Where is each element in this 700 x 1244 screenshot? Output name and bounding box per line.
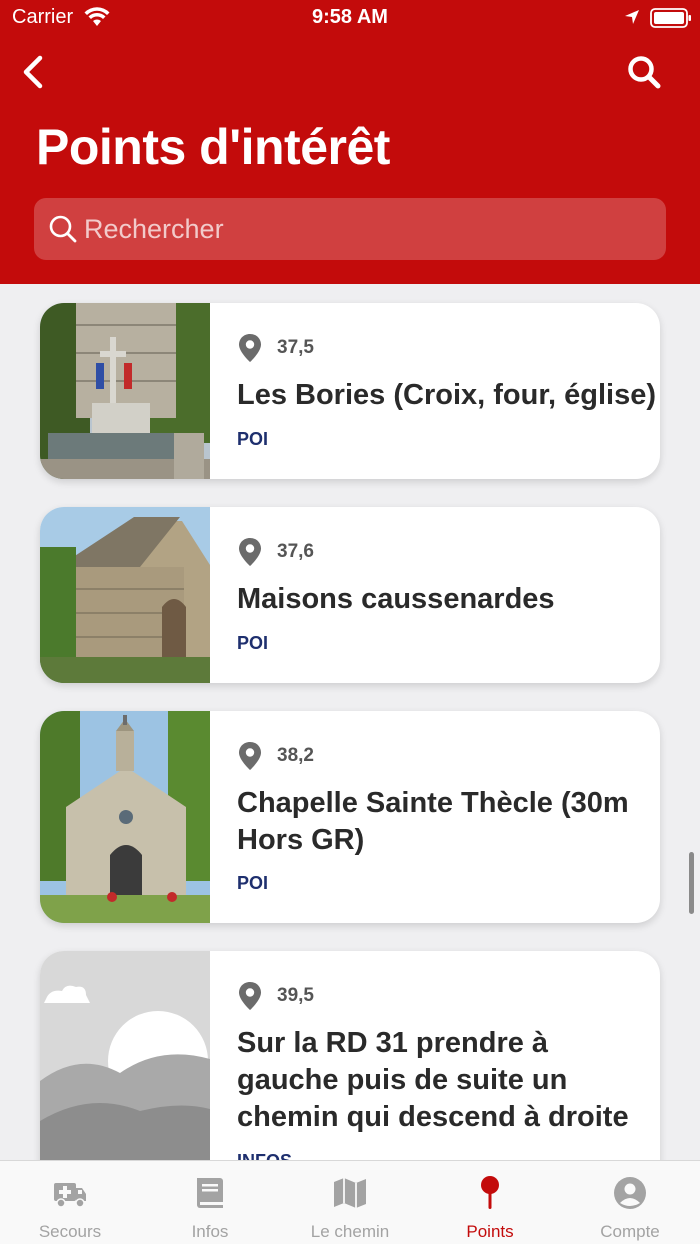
book-icon [197, 1178, 223, 1208]
tab-label: Secours [38, 1222, 102, 1241]
tab-label: Points [466, 1222, 514, 1241]
tab-infos[interactable]: Infos [140, 1161, 280, 1244]
status-time: 9:58 AM [312, 6, 388, 28]
tab-label: Le chemin [310, 1222, 390, 1241]
distance-row: 38,2 [237, 741, 314, 771]
scroll-indicator[interactable] [689, 852, 694, 914]
map-icon [334, 1178, 366, 1208]
poi-title: Maisons caussenardes [237, 583, 555, 615]
search-input[interactable] [84, 198, 654, 260]
status-bar: Carrier 9:58 AM [0, 0, 700, 36]
tab-compte[interactable]: Compte [560, 1161, 700, 1244]
poi-category: POI [237, 873, 269, 893]
poi-thumbnail [40, 507, 210, 683]
page-title: Points d'intérêt [36, 119, 390, 175]
poi-thumbnail [40, 303, 210, 479]
distance-row: 37,5 [237, 333, 314, 363]
poi-thumbnail [40, 711, 210, 923]
poi-title: Chapelle Sainte Thècle (30m Hors GR) [237, 787, 629, 856]
map-marker-icon [239, 742, 261, 770]
poi-card[interactable]: 37,6 Maisons caussenardes POI [40, 507, 660, 683]
poi-list[interactable]: 37,5 Les Bories (Croix, four, église) PO… [0, 284, 700, 1160]
map-marker-icon [239, 538, 261, 566]
map-marker-icon [239, 334, 261, 362]
poi-card[interactable]: 39,5 Sur la RD 31 prendre à gauche puis … [40, 951, 660, 1160]
back-button[interactable] [18, 52, 50, 92]
poi-card[interactable]: 37,5 Les Bories (Croix, four, église) PO… [40, 303, 660, 479]
distance-km: 39,5 [277, 985, 314, 1006]
tab-le-chemin[interactable]: Le chemin [280, 1161, 420, 1244]
poi-thumbnail-placeholder [40, 951, 210, 1160]
ambulance-icon [54, 1183, 86, 1208]
poi-title: Sur la RD 31 prendre à gauche puis de su… [237, 1027, 629, 1133]
account-icon [614, 1177, 646, 1209]
distance-row: 39,5 [237, 981, 314, 1011]
battery-icon [650, 8, 691, 28]
distance-km: 38,2 [277, 745, 314, 766]
header: Carrier 9:58 AM Points d'intérêt [0, 0, 700, 284]
poi-title: Les Bories (Croix, four, église) [237, 379, 656, 411]
search-button[interactable] [624, 52, 664, 92]
tab-secours[interactable]: Secours [0, 1161, 140, 1244]
location-arrow-icon [625, 10, 639, 24]
poi-card[interactable]: 38,2 Chapelle Sainte Thècle (30m Hors GR… [40, 711, 660, 923]
poi-category: INFOS [237, 1151, 292, 1160]
tab-label: Infos [191, 1222, 229, 1241]
search-icon [49, 215, 77, 243]
search-bar[interactable] [34, 198, 666, 260]
tab-points[interactable]: Points [420, 1161, 560, 1244]
distance-km: 37,5 [277, 337, 314, 358]
distance-row: 37,6 [237, 537, 314, 567]
poi-category: POI [237, 429, 269, 449]
map-marker-icon [239, 982, 261, 1010]
tab-label: Compte [600, 1222, 660, 1241]
tab-bar: Secours Infos Le chemin Points Compte [0, 1160, 700, 1244]
distance-km: 37,6 [277, 541, 314, 562]
pin-icon [481, 1176, 499, 1209]
poi-category: POI [237, 633, 269, 653]
